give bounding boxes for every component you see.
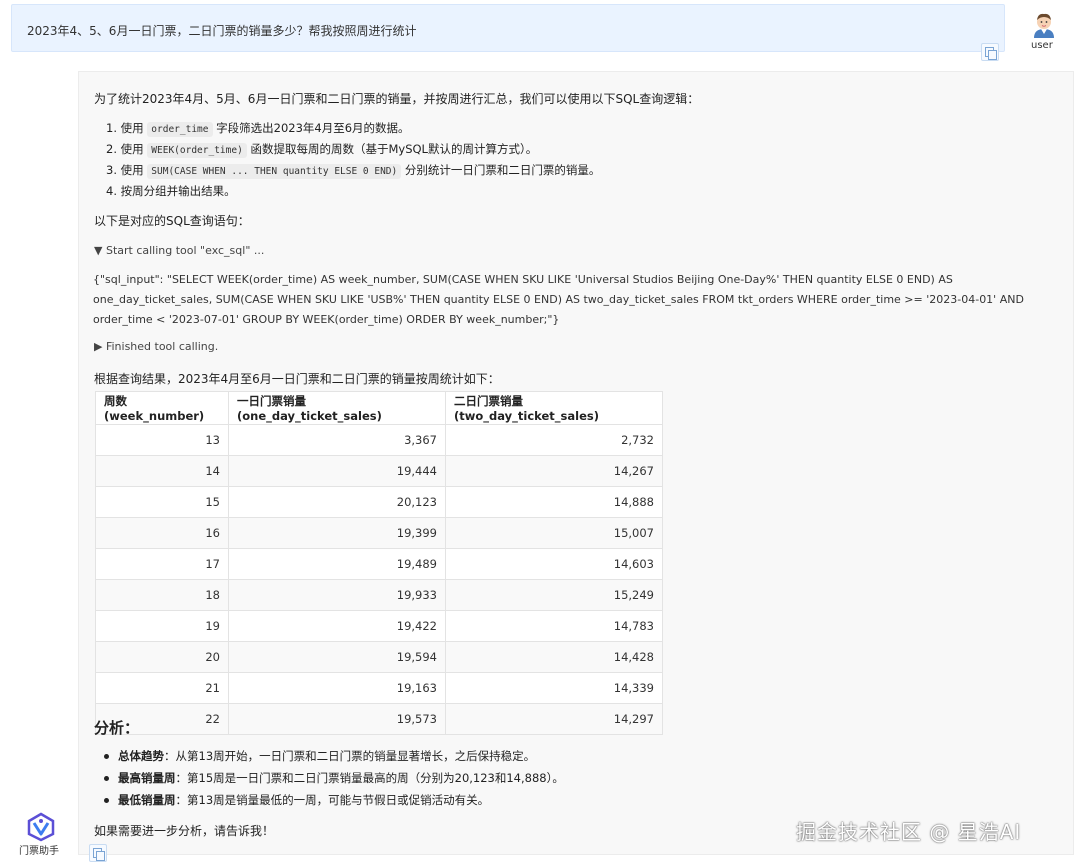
step-number: 1. xyxy=(106,121,117,135)
user-label: user xyxy=(1031,40,1053,51)
step-text: 按周分组并输出结果。 xyxy=(120,184,236,198)
result-intro: 根据查询结果，2023年4月至6月一日门票和二日门票的销量按周统计如下： xyxy=(94,372,500,386)
table-cell: 14,603 xyxy=(445,548,663,580)
table-cell: 20 xyxy=(95,641,229,673)
table-cell: 19 xyxy=(95,610,229,642)
sales-table: 周数 (week_number) 一日门票销量 (one_day_ticket_… xyxy=(95,391,663,735)
inline-code: WEEK(order_time) xyxy=(147,143,247,158)
inline-code: order_time xyxy=(147,122,213,137)
table-cell: 15 xyxy=(95,486,229,518)
list-item: 最低销量周：第13周是销量最低的一周，可能与节假日或促销活动有关。 xyxy=(104,789,564,811)
steps-list: 1. 使用 order_time 字段筛选出2023年4月至6月的数据。 2. … xyxy=(106,118,600,202)
table-cell: 21 xyxy=(95,672,229,704)
list-item: 最高销量周：第15周是一日门票和二日门票销量最高的周（分别为20,123和14,… xyxy=(104,767,564,789)
table-cell: 14,339 xyxy=(445,672,663,704)
step-number: 4. xyxy=(106,184,117,198)
table-cell: 14,783 xyxy=(445,610,663,642)
table-cell: 15,249 xyxy=(445,579,663,611)
table-cell: 19,422 xyxy=(228,610,446,642)
table-header-row: 周数 (week_number) 一日门票销量 (one_day_ticket_… xyxy=(95,391,663,425)
tool-call-toggle[interactable]: ▼ Start calling tool "exc_sql" ... xyxy=(94,244,264,257)
step-text: 使用 xyxy=(120,121,144,135)
bullet-label: 总体趋势 xyxy=(118,749,164,763)
table-row: 14 19,444 14,267 xyxy=(95,455,663,487)
inline-code: SUM(CASE WHEN ... THEN quantity ELSE 0 E… xyxy=(147,164,402,179)
watermark: 掘金技术社区 @ 星浩AI xyxy=(796,820,1022,844)
list-item: 3. 使用 SUM(CASE WHEN ... THEN quantity EL… xyxy=(106,160,600,181)
assistant-intro: 为了统计2023年4月、5月、6月一日门票和二日门票的销量，并按周进行汇总，我们… xyxy=(94,92,700,106)
list-item: 2. 使用 WEEK(order_time) 函数提取每周的周数（基于MySQL… xyxy=(106,139,600,160)
table-cell: 18 xyxy=(95,579,229,611)
table-cell: 14,297 xyxy=(445,703,663,735)
assistant-label: 门票助手 xyxy=(19,846,59,857)
sql-intro: 以下是对应的SQL查询语句： xyxy=(94,214,250,228)
table-row: 20 19,594 14,428 xyxy=(95,641,663,673)
bullet-label: 最低销量周 xyxy=(118,793,176,807)
table-cell: 19,594 xyxy=(228,641,446,673)
step-text: 使用 xyxy=(120,163,144,177)
table-cell: 19,933 xyxy=(228,579,446,611)
table-cell: 19,573 xyxy=(228,703,446,735)
copy-icon[interactable] xyxy=(981,43,999,61)
user-avatar-icon xyxy=(1034,13,1054,38)
table-cell: 19,399 xyxy=(228,517,446,549)
table-cell: 20,123 xyxy=(228,486,446,518)
list-item: 1. 使用 order_time 字段筛选出2023年4月至6月的数据。 xyxy=(106,118,600,139)
bullet-text: ：从第13周开始，一日门票和二日门票的销量显著增长，之后保持稳定。 xyxy=(164,749,536,763)
table-cell: 16 xyxy=(95,517,229,549)
table-cell: 19,163 xyxy=(228,672,446,704)
step-text: 分别统计一日门票和二日门票的销量。 xyxy=(404,163,601,177)
bullet-text: ：第15周是一日门票和二日门票销量最高的周（分别为20,123和14,888）。 xyxy=(175,771,564,785)
step-text: 函数提取每周的周数（基于MySQL默认的周计算方式）。 xyxy=(250,142,538,156)
bullet-label: 最高销量周 xyxy=(118,771,176,785)
step-text: 使用 xyxy=(120,142,144,156)
column-header: 周数 (week_number) xyxy=(95,391,229,425)
table-row: 21 19,163 14,339 xyxy=(95,672,663,704)
table-cell: 3,367 xyxy=(228,424,446,456)
closing-text: 如果需要进一步分析，请告诉我！ xyxy=(94,824,275,838)
step-text: 字段筛选出2023年4月至6月的数据。 xyxy=(216,121,410,135)
tool-input-json: {"sql_input": "SELECT WEEK(order_time) A… xyxy=(93,273,1024,326)
table-row: 18 19,933 15,249 xyxy=(95,579,663,611)
table-row: 16 19,399 15,007 xyxy=(95,517,663,549)
assistant-logo-icon xyxy=(27,812,55,842)
table-cell: 15,007 xyxy=(445,517,663,549)
user-message-bubble: 2023年4、5、6月一日门票，二日门票的销量多少？帮我按照周进行统计 xyxy=(11,4,1005,52)
copy-icon[interactable] xyxy=(89,844,107,862)
analysis-list: 总体趋势：从第13周开始，一日门票和二日门票的销量显著增长，之后保持稳定。 最高… xyxy=(104,745,564,811)
table-row: 15 20,123 14,888 xyxy=(95,486,663,518)
table-cell: 13 xyxy=(95,424,229,456)
table-cell: 19,444 xyxy=(228,455,446,487)
user-message-text: 2023年4、5、6月一日门票，二日门票的销量多少？帮我按照周进行统计 xyxy=(27,24,417,38)
column-header: 一日门票销量 (one_day_ticket_sales) xyxy=(228,391,446,425)
bullet-text: ：第13周是销量最低的一周，可能与节假日或促销活动有关。 xyxy=(175,793,490,807)
table-cell: 14,888 xyxy=(445,486,663,518)
list-item: 总体趋势：从第13周开始，一日门票和二日门票的销量显著增长，之后保持稳定。 xyxy=(104,745,564,767)
table-row: 13 3,367 2,732 xyxy=(95,424,663,456)
tool-finished-toggle[interactable]: ▶ Finished tool calling. xyxy=(94,340,218,353)
step-number: 3. xyxy=(106,163,117,177)
table-cell: 2,732 xyxy=(445,424,663,456)
table-cell: 17 xyxy=(95,548,229,580)
table-cell: 14,428 xyxy=(445,641,663,673)
table-cell: 14,267 xyxy=(445,455,663,487)
list-item: 4. 按周分组并输出结果。 xyxy=(106,181,600,202)
table-row: 19 19,422 14,783 xyxy=(95,610,663,642)
table-row: 17 19,489 14,603 xyxy=(95,548,663,580)
table-cell: 14 xyxy=(95,455,229,487)
table-row: 22 19,573 14,297 xyxy=(95,703,663,735)
step-number: 2. xyxy=(106,142,117,156)
table-cell: 19,489 xyxy=(228,548,446,580)
analysis-heading: 分析： xyxy=(94,719,140,737)
column-header: 二日门票销量 (two_day_ticket_sales) xyxy=(445,391,663,425)
